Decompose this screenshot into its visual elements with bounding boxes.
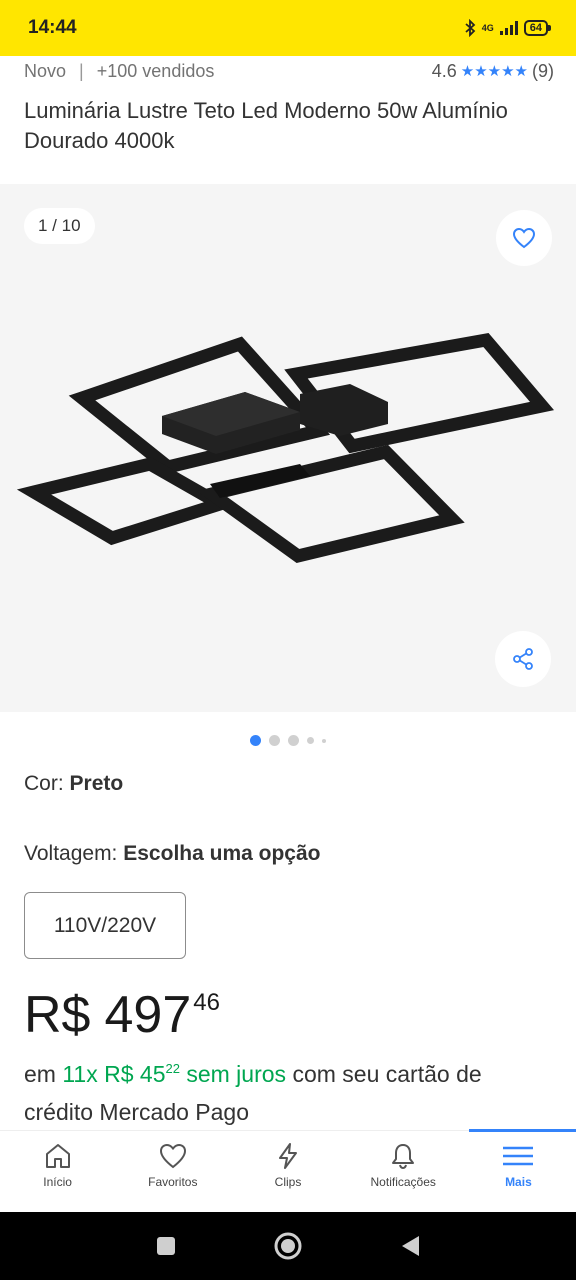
nav-item-clips[interactable]: Clips [230,1131,345,1212]
nav-label-favoritos: Favoritos [148,1175,198,1189]
price-currency: R$ [24,986,91,1044]
product-meta-row: Novo | +100 vendidos 4.6 ★★★★★ (9) [24,58,554,84]
carousel-dot-active[interactable] [250,735,261,746]
battery-icon: 64 [523,20,552,36]
system-nav-bar [0,1212,576,1280]
recent-apps-icon[interactable] [155,1235,177,1257]
status-icons: 4G 64 [464,19,552,37]
bottom-nav: Início Favoritos Clips Notificações Mais [0,1129,576,1212]
active-indicator [468,1129,576,1132]
lamp-frame-left [16,457,237,546]
home-icon [45,1144,70,1168]
installment-prefix: em [24,1061,56,1087]
home-button-icon[interactable] [273,1231,303,1261]
color-value: Preto [69,772,124,795]
favorite-button[interactable] [496,210,552,266]
rating-value: 4.6 [431,60,457,81]
rating-count: (9) [532,60,554,81]
product-gallery[interactable]: 1 / 10 [0,184,576,712]
lightning-icon [279,1143,297,1169]
signal-icon [499,21,518,35]
network-label: 4G [481,23,494,33]
installments-info[interactable]: em 11x R$ 4522 sem juros com seu cartão … [24,1050,554,1131]
voltage-value: Escolha uma opção [123,842,321,865]
nav-item-notificacoes[interactable]: Notificações [346,1131,461,1212]
bluetooth-icon [465,19,476,37]
sold-count: +100 vendidos [96,60,215,81]
rating[interactable]: 4.6 ★★★★★ (9) [432,61,554,82]
status-bar: 14:44 4G 64 [0,0,576,56]
back-icon[interactable] [399,1234,421,1258]
nav-label-clips: Clips [274,1175,302,1189]
nav-item-inicio[interactable]: Início [0,1131,115,1212]
share-icon [513,648,533,670]
nav-label-mais: Mais [505,1175,532,1189]
share-button[interactable] [495,631,551,687]
menu-icon [503,1146,534,1166]
rating-stars-icon: ★★★★★ [460,63,528,80]
nav-item-mais[interactable]: Mais [461,1129,576,1212]
color-label: Cor: [24,772,64,795]
price: R$ 497 46 [24,984,220,1046]
nav-label-inicio: Início [43,1175,72,1189]
installment-interest: sem juros [186,1061,287,1087]
voltage-label: Voltagem: [24,842,118,865]
voltage-option-button[interactable]: 110V/220V [24,892,186,959]
condition-sold: Novo | +100 vendidos [24,60,215,81]
price-integer: 497 [104,986,192,1044]
image-counter: 1 / 10 [24,208,95,244]
carousel-dot[interactable] [322,738,326,743]
installment-cents: 22 [165,1061,180,1076]
carousel-dot[interactable] [307,737,314,744]
product-image [16,332,555,564]
carousel-dot[interactable] [288,735,299,746]
color-selection: Cor: Preto [24,772,123,796]
voltage-selection: Voltagem: Escolha uma opção [24,842,320,866]
product-title: Luminária Lustre Teto Led Moderno 50w Al… [24,98,508,153]
status-time: 14:44 [28,17,77,38]
heart-icon [159,1143,186,1169]
lamp-frame-bottom [196,444,465,564]
bell-icon [392,1144,415,1169]
carousel-dot[interactable] [269,735,280,746]
heart-icon [512,227,536,249]
nav-item-favoritos[interactable]: Favoritos [115,1131,230,1212]
condition-label: Novo [24,60,67,81]
price-cents: 46 [193,989,220,1016]
nav-label-notificacoes: Notificações [370,1175,436,1189]
carousel-dots [0,735,576,746]
installment-count: 11x R$ 45 [62,1061,166,1087]
